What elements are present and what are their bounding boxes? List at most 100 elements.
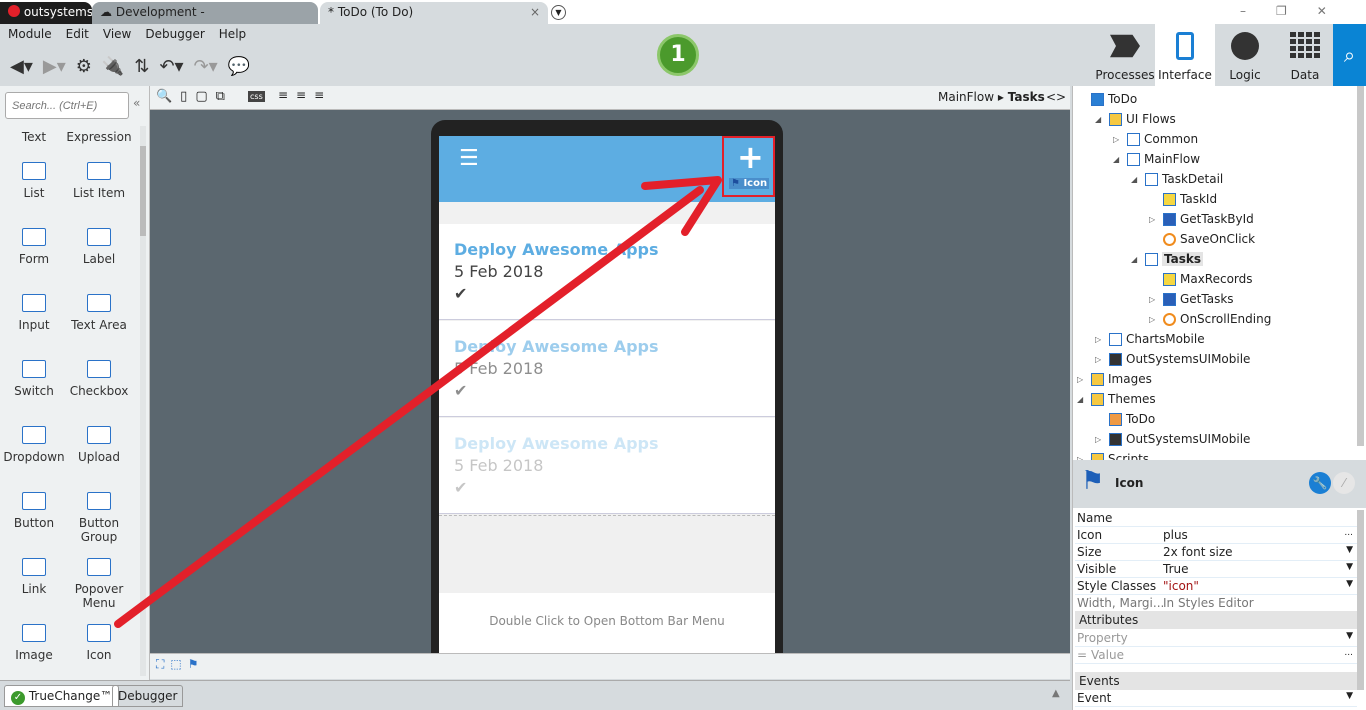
align-icons[interactable]: ≡≡≡ bbox=[278, 88, 332, 102]
task-list-item[interactable]: Deploy Awesome Apps 5 Feb 2018 ✔ bbox=[439, 321, 775, 417]
task-list-item[interactable]: Deploy Awesome Apps 5 Feb 2018 ✔ bbox=[439, 418, 775, 514]
tab-interface[interactable]: Interface bbox=[1155, 24, 1215, 86]
tree-node[interactable]: ▷ GetTaskById bbox=[1149, 212, 1254, 226]
menu-edit[interactable]: Edit bbox=[66, 27, 89, 43]
property-row[interactable]: Visible True ▼ bbox=[1075, 561, 1357, 578]
back-icon[interactable]: ◀▾ bbox=[10, 56, 33, 77]
event-row[interactable]: Event ▼ bbox=[1075, 690, 1357, 707]
breadcrumb-screen[interactable]: Tasks bbox=[1008, 90, 1045, 104]
tree-node[interactable]: ◢ TaskDetail bbox=[1131, 172, 1223, 186]
tab-data[interactable]: Data bbox=[1275, 24, 1335, 86]
tree-node[interactable]: ▷ OnScrollEnding bbox=[1149, 312, 1271, 326]
toolbox-item-popover-menu[interactable]: Popover Menu bbox=[66, 558, 132, 610]
menu-help[interactable]: Help bbox=[219, 27, 246, 43]
toolbox-item-upload[interactable]: Upload bbox=[66, 426, 132, 464]
wrench-icon[interactable]: 🔧 bbox=[1309, 472, 1331, 494]
expand-toggle-icon[interactable]: ◢ bbox=[1131, 255, 1141, 264]
expand-toggle-icon[interactable]: ▷ bbox=[1113, 135, 1123, 144]
expand-toggle-icon[interactable]: ▷ bbox=[1149, 315, 1159, 324]
comment-icon[interactable]: 💬 bbox=[228, 56, 250, 77]
toolbox-item-button[interactable]: Button bbox=[1, 492, 67, 530]
breadcrumb-flow[interactable]: MainFlow bbox=[938, 90, 994, 104]
expand-toggle-icon[interactable]: ▷ bbox=[1095, 435, 1105, 444]
brand-tab[interactable]: outsystems bbox=[0, 2, 93, 24]
environment-tab[interactable]: ☁ Development - bbox=[92, 2, 318, 24]
attribute-value-row[interactable]: = Value... bbox=[1075, 647, 1357, 664]
merge-icon[interactable]: ⇅ bbox=[134, 56, 149, 77]
tree-node[interactable]: ▷ Images bbox=[1077, 372, 1152, 386]
toolbox-item-form[interactable]: Form bbox=[1, 228, 67, 266]
expand-toggle-icon[interactable]: ◢ bbox=[1077, 395, 1087, 404]
toolbox-item-dropdown[interactable]: Dropdown bbox=[1, 426, 67, 464]
property-row[interactable]: Icon plus... bbox=[1075, 527, 1357, 544]
tree-node[interactable]: ▷ ChartsMobile bbox=[1095, 332, 1205, 346]
plus-icon-widget[interactable]: + ⚑ Icon bbox=[722, 136, 775, 197]
tree-node[interactable]: ◢ Tasks bbox=[1131, 252, 1204, 266]
tree-node[interactable]: ◢ UI Flows bbox=[1095, 112, 1176, 126]
toolbox-item-image[interactable]: Image bbox=[1, 624, 67, 662]
toolbox-item-switch[interactable]: Switch bbox=[1, 360, 67, 398]
menu-module[interactable]: Module bbox=[8, 27, 52, 43]
settings-gear-icon[interactable]: ⚙ bbox=[76, 56, 92, 77]
tree-node[interactable]: ▷ OutSystemsUIMobile bbox=[1095, 352, 1250, 366]
expand-toggle-icon[interactable]: ▷ bbox=[1077, 375, 1087, 384]
property-row[interactable]: Size 2x font size ▼ bbox=[1075, 544, 1357, 561]
toolbox-item-button-group[interactable]: Button Group bbox=[66, 492, 132, 544]
toolbox-item-icon[interactable]: Icon bbox=[66, 624, 132, 662]
toolbox-item-list[interactable]: List bbox=[1, 162, 67, 200]
toolbox-scrollbar[interactable] bbox=[140, 126, 146, 676]
toolbox-item-label[interactable]: Label bbox=[66, 228, 132, 266]
tree-node[interactable]: ▷ OutSystemsUIMobile bbox=[1095, 432, 1250, 446]
toolbox-search-input[interactable] bbox=[5, 92, 129, 119]
code-toggle-icon[interactable]: <> bbox=[1046, 90, 1066, 104]
undo-icon[interactable]: ↶▾ bbox=[159, 56, 183, 77]
tree-node[interactable]: ▷ Common bbox=[1113, 132, 1198, 146]
toolbox-item-text[interactable]: Text bbox=[1, 130, 67, 144]
widget-tree-icons[interactable]: ⛶⬚⚑ bbox=[156, 657, 205, 672]
expand-toggle-icon[interactable]: ◢ bbox=[1131, 175, 1141, 184]
tree-node[interactable]: SaveOnClick bbox=[1149, 232, 1255, 246]
search-icon[interactable]: ⌕ bbox=[1333, 24, 1366, 86]
tab-truechange[interactable]: ✓ TrueChange™ bbox=[4, 685, 120, 707]
publish-button[interactable]: 1 bbox=[657, 34, 699, 76]
expand-toggle-icon[interactable]: ◢ bbox=[1113, 155, 1123, 164]
preview-device-icons[interactable]: 🔍▯▢⧉ bbox=[156, 89, 233, 104]
toolbox-item-checkbox[interactable]: Checkbox bbox=[66, 360, 132, 398]
bottom-bar-hint[interactable]: Double Click to Open Bottom Bar Menu bbox=[439, 593, 775, 653]
hamburger-menu-icon[interactable]: ☰ bbox=[459, 146, 479, 171]
toolbox-item-list-item[interactable]: List Item bbox=[66, 162, 132, 200]
toolbox-item-link[interactable]: Link bbox=[1, 558, 67, 596]
tree-node[interactable]: ToDo bbox=[1077, 92, 1137, 106]
expand-toggle-icon[interactable]: ▷ bbox=[1095, 335, 1105, 344]
tree-scrollbar[interactable] bbox=[1357, 86, 1364, 446]
window-controls[interactable]: –❐✕ bbox=[1240, 4, 1357, 18]
toolbox-item-expression[interactable]: Expression bbox=[66, 130, 132, 144]
screen-canvas[interactable]: ☰ + ⚑ Icon Deploy Awesome Apps 5 Feb 2018… bbox=[150, 110, 1070, 653]
module-tab[interactable]: * ToDo (To Do) × bbox=[320, 2, 548, 24]
property-row[interactable]: Name bbox=[1075, 510, 1357, 527]
task-list-item[interactable]: Deploy Awesome Apps 5 Feb 2018 ✔ bbox=[439, 224, 775, 320]
paintbrush-icon[interactable]: ⁄ bbox=[1333, 472, 1355, 494]
css-icon[interactable]: css bbox=[248, 91, 265, 102]
tabs-dropdown-icon[interactable]: ▼ bbox=[551, 5, 566, 20]
plug-icon[interactable]: 🔌 bbox=[102, 56, 124, 77]
menu-view[interactable]: View bbox=[103, 27, 131, 43]
tree-node[interactable]: TaskId bbox=[1149, 192, 1217, 206]
tree-node[interactable]: ◢ MainFlow bbox=[1113, 152, 1200, 166]
tab-processes[interactable]: Processes bbox=[1095, 24, 1155, 86]
toolbox-item-input[interactable]: Input bbox=[1, 294, 67, 332]
tab-logic[interactable]: Logic bbox=[1215, 24, 1275, 86]
expand-toggle-icon[interactable]: ◢ bbox=[1095, 115, 1105, 124]
collapse-icon[interactable]: « bbox=[133, 96, 140, 110]
tree-node[interactable]: ▷ GetTasks bbox=[1149, 292, 1234, 306]
property-row[interactable]: Style Classes "icon" ▼ bbox=[1075, 578, 1357, 595]
attribute-property-row[interactable]: Property ▼ bbox=[1075, 630, 1357, 647]
toolbox-item-text-area[interactable]: Text Area bbox=[66, 294, 132, 332]
menu-debugger[interactable]: Debugger bbox=[145, 27, 204, 43]
tab-debugger[interactable]: Debugger bbox=[112, 685, 184, 707]
property-row[interactable]: Width, Margi... In Styles Editor bbox=[1075, 595, 1357, 612]
expand-toggle-icon[interactable]: ▷ bbox=[1149, 215, 1159, 224]
tree-node[interactable]: MaxRecords bbox=[1149, 272, 1253, 286]
expand-panel-icon[interactable]: ▲ bbox=[1052, 688, 1060, 699]
tree-node[interactable]: ◢ Themes bbox=[1077, 392, 1156, 406]
